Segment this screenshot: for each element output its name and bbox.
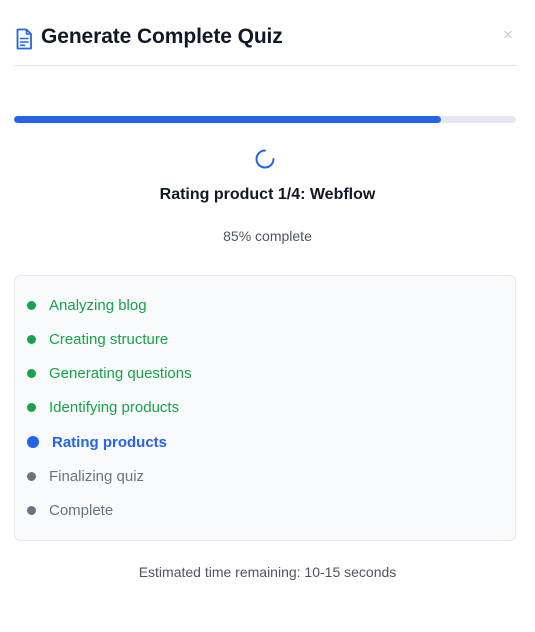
step-item: Rating products — [27, 431, 167, 453]
step-label: Complete — [49, 501, 114, 519]
step-status-dot — [27, 436, 39, 448]
step-status-dot — [27, 300, 36, 310]
step-label: Finalizing quiz — [49, 467, 145, 485]
progress-bar-fill — [14, 116, 441, 123]
step-label: Analyzing blog — [49, 296, 147, 314]
step-status-dot — [27, 505, 36, 515]
estimated-time-text: Estimated time remaining: 10-15 seconds — [138, 564, 397, 580]
step-status-dot — [27, 471, 36, 481]
close-icon[interactable]: × — [500, 26, 516, 43]
steps-list: Analyzing blog Creating structure Genera… — [14, 275, 516, 541]
step-item: Complete — [27, 499, 113, 521]
progress-bar — [14, 116, 516, 123]
step-item: Creating structure — [27, 328, 168, 350]
dialog-header: Generate Complete Quiz × — [14, 22, 516, 66]
step-item: Identifying products — [27, 396, 179, 418]
step-label: Rating products — [52, 433, 167, 451]
step-item: Generating questions — [27, 362, 192, 384]
step-item: Finalizing quiz — [27, 465, 144, 487]
step-status-dot — [27, 334, 36, 344]
step-label: Generating questions — [49, 364, 192, 382]
step-label: Identifying products — [49, 398, 180, 416]
document-icon — [16, 28, 32, 50]
step-item: Analyzing blog — [27, 294, 147, 316]
dialog-title: Generate Complete Quiz — [41, 25, 283, 48]
loading-spinner-icon — [255, 149, 275, 169]
step-status-dot — [27, 402, 36, 412]
step-status-dot — [27, 368, 36, 378]
step-label: Creating structure — [49, 330, 169, 348]
progress-status-text: Rating product 1/4: Webflow — [159, 186, 376, 203]
progress-percent-text: 85% complete — [223, 228, 312, 244]
